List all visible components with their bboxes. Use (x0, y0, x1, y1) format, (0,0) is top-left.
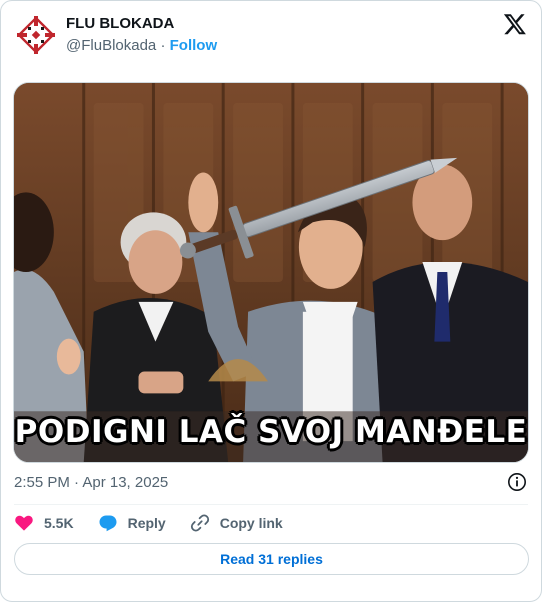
handle-separator: · (156, 37, 170, 54)
copy-link-button[interactable]: Copy link (190, 513, 283, 533)
link-icon (190, 514, 209, 532)
follow-button[interactable]: Follow (170, 37, 218, 54)
info-icon[interactable] (507, 472, 527, 492)
heart-icon (15, 515, 33, 531)
tweet-actions: 5.5K Reply Copy link (14, 513, 307, 533)
like-button[interactable]: 5.5K (14, 513, 74, 533)
tweet-media-image[interactable]: PODIGNI LAČ SVOJ MANĐELE (13, 82, 529, 463)
reply-button[interactable]: Reply (98, 513, 166, 533)
author-handle-row: @FluBlokada · Follow (66, 37, 217, 54)
reply-label: Reply (127, 515, 166, 531)
copy-link-label: Copy link (219, 515, 283, 531)
flu-blokada-logo (17, 16, 55, 54)
author-handle[interactable]: @FluBlokada (66, 37, 156, 54)
tweet-timestamp[interactable]: 2:55 PM · Apr 13, 2025 (14, 474, 168, 491)
x-logo-icon[interactable] (503, 12, 527, 36)
likes-count: 5.5K (44, 515, 74, 531)
meme-photo (14, 83, 528, 462)
read-replies-button[interactable]: Read 31 replies (14, 543, 529, 575)
author-avatar[interactable] (14, 13, 58, 57)
read-replies-label: Read 31 replies (220, 551, 323, 567)
author-name[interactable]: FLU BLOKADA (66, 15, 174, 32)
tweet-card: FLU BLOKADA @FluBlokada · Follow PODIGNI… (0, 0, 542, 602)
divider (14, 504, 528, 505)
reply-bubble-icon (99, 515, 117, 532)
meme-caption: PODIGNI LAČ SVOJ MANĐELE (14, 414, 528, 450)
